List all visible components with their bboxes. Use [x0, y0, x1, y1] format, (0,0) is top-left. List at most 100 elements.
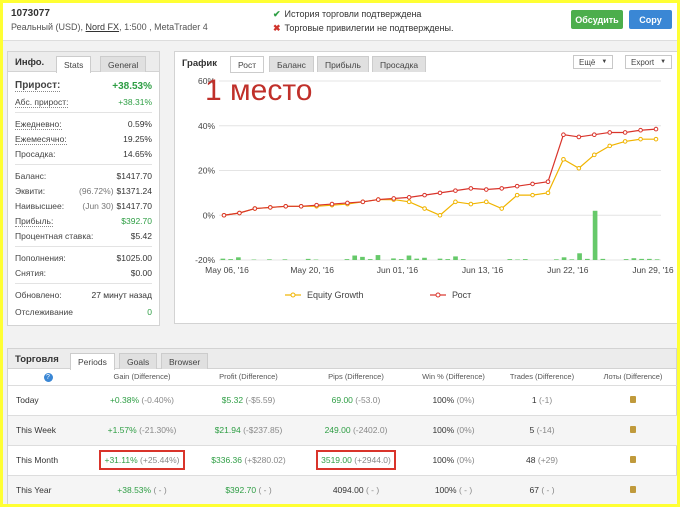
table-row: This Year +38.53% ( - ) $392.70 ( - ) 40… — [8, 475, 677, 504]
trading-panel: Торговля Periods Goals Browser ? Gain (D… — [7, 348, 677, 504]
legend-marker — [435, 292, 441, 298]
data-point — [406, 195, 412, 200]
bar — [585, 258, 590, 260]
data-point — [530, 181, 535, 187]
tracking-row: Отслеживание 0 — [15, 307, 152, 317]
broker-link[interactable]: Nord FX — [86, 22, 120, 32]
bar — [631, 258, 637, 260]
cross-icon: ✖ — [273, 23, 281, 33]
x-tick-label: Jun 22, '16 — [547, 265, 589, 275]
table-row: This Month +31.11% (+25.44%) $336.36 (+$… — [8, 445, 677, 476]
y-tick-label: 20% — [198, 166, 215, 176]
data-point — [607, 130, 613, 135]
x-tick-label: Jun 29, '16 — [632, 265, 674, 275]
bar — [577, 253, 582, 260]
col-trades[interactable]: Trades (Difference) — [496, 369, 588, 386]
lots-icon[interactable] — [630, 426, 636, 433]
data-point — [237, 210, 242, 216]
tracking-link[interactable]: 0 — [147, 307, 152, 317]
help-icon[interactable]: ? — [8, 369, 88, 386]
updated-row: Обновлено: 27 минут назад — [15, 290, 152, 300]
more-dropdown[interactable]: Ещё ▼ — [573, 55, 614, 69]
series-line — [223, 128, 657, 216]
tab-general[interactable]: General — [100, 56, 147, 72]
chevron-down-icon: ▼ — [601, 59, 608, 65]
data-point — [499, 186, 505, 191]
y-tick-label: 40% — [198, 121, 215, 131]
export-dropdown[interactable]: Export ▼ — [625, 55, 673, 69]
tab-growth[interactable]: Рост — [230, 56, 265, 73]
data-point — [422, 206, 427, 211]
tab-balance[interactable]: Баланс — [269, 56, 314, 72]
verify-history-text: История торговли подтверждена — [284, 9, 422, 19]
tab-profit[interactable]: Прибыль — [317, 56, 369, 72]
series-line — [223, 138, 656, 216]
x-tick-label: May 20, '16 — [290, 265, 334, 275]
data-point — [514, 192, 520, 198]
data-point — [576, 134, 582, 140]
lots-icon[interactable] — [630, 396, 636, 403]
divider — [15, 164, 152, 165]
col-win[interactable]: Win % (Difference) — [411, 369, 496, 386]
bar — [507, 259, 513, 260]
data-point — [483, 199, 489, 205]
bar — [623, 259, 629, 260]
table-row: This Week +1.57% (-21.30%) $21.94 (-$237… — [8, 415, 677, 446]
highlight-box: +31.11% (+25.44%) — [99, 450, 185, 470]
data-point — [360, 199, 366, 205]
bar — [422, 257, 427, 260]
tab-browser[interactable]: Browser — [161, 353, 209, 369]
legend-label: Рост — [452, 290, 471, 300]
data-point — [514, 183, 520, 189]
divider — [15, 283, 152, 284]
account-type: Реальный (USD), — [11, 22, 84, 32]
lots-icon[interactable] — [630, 486, 636, 493]
bar — [437, 258, 443, 260]
account-details: Реальный (USD), Nord FX, 1:500 , MetaTra… — [11, 22, 208, 32]
x-tick-label: Jun 01, '16 — [377, 265, 419, 275]
col-lots[interactable]: Лоты (Difference) — [588, 369, 677, 386]
data-point — [221, 212, 227, 218]
tab-goals[interactable]: Goals — [119, 353, 158, 369]
bar — [647, 258, 652, 260]
col-gain[interactable]: Gain (Difference) — [88, 369, 196, 386]
tab-periods[interactable]: Periods — [70, 353, 115, 370]
account-id: 1073077 — [11, 8, 50, 19]
bar — [561, 257, 567, 260]
data-point — [545, 179, 551, 184]
data-point — [437, 190, 443, 196]
data-point — [622, 130, 628, 135]
bar — [267, 259, 272, 260]
data-point — [283, 204, 289, 209]
bar — [445, 259, 451, 260]
x-tick-label: May 06, '16 — [205, 265, 249, 275]
growth-chart: 60%40%20%0%-20%May 06, '16 May 20, '16 Jun… — [195, 74, 674, 300]
info-title: Инфо. — [15, 57, 45, 68]
discuss-button[interactable]: Обсудить — [571, 10, 623, 29]
data-point — [653, 136, 659, 142]
data-point — [422, 192, 427, 198]
y-tick-label: 0% — [203, 210, 216, 220]
data-point — [453, 188, 458, 193]
bar — [569, 259, 575, 260]
data-point — [437, 212, 443, 218]
data-point — [499, 206, 505, 211]
bar — [553, 259, 559, 260]
tab-drawdown[interactable]: Просадка — [372, 56, 427, 72]
data-point — [329, 201, 335, 207]
lots-icon[interactable] — [630, 456, 636, 463]
chart-title: График — [182, 58, 218, 69]
divider — [15, 246, 152, 247]
bar — [398, 259, 404, 260]
tab-stats[interactable]: Stats — [56, 56, 92, 73]
col-pips[interactable]: Pips (Difference) — [301, 369, 411, 386]
bar — [600, 258, 606, 260]
data-point — [638, 127, 643, 133]
data-point — [561, 132, 566, 138]
bar — [460, 259, 466, 260]
copy-button[interactable]: Copy — [629, 10, 672, 29]
bar — [367, 259, 373, 260]
col-profit[interactable]: Profit (Difference) — [196, 369, 301, 386]
drawdown-row: Просадка: 14.65% — [15, 149, 152, 159]
bar — [282, 259, 288, 260]
